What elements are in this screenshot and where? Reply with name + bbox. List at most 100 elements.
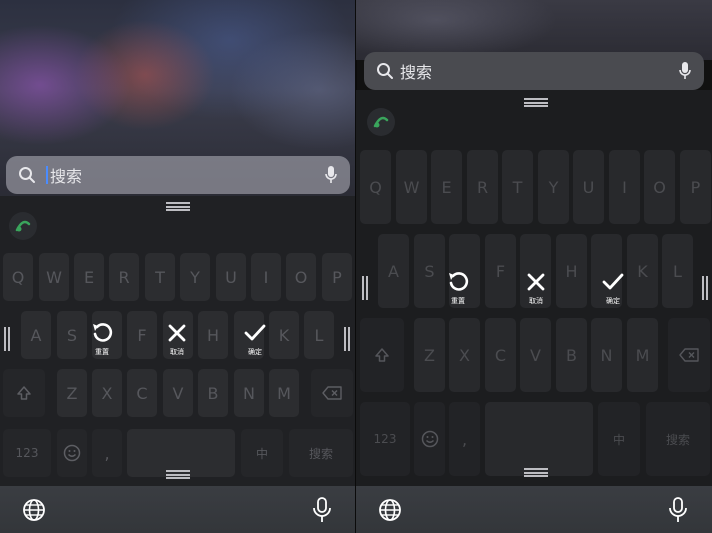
key-f[interactable]: F [485, 234, 516, 308]
key-r[interactable]: R [467, 150, 498, 224]
language-key-label: 中 [612, 432, 625, 447]
key-l[interactable]: L [662, 234, 693, 308]
search-key[interactable]: 搜索 [646, 402, 710, 476]
key-f[interactable]: F [127, 311, 157, 359]
key-x[interactable]: X [92, 369, 122, 417]
key-q[interactable]: Q [3, 253, 33, 301]
key-z[interactable]: Z [414, 318, 445, 392]
cancel-control[interactable]: 取消 [157, 321, 197, 365]
language-key[interactable]: 中 [598, 402, 640, 476]
resize-handle-left[interactable] [362, 276, 370, 300]
key-w[interactable]: W [396, 150, 427, 224]
key-t[interactable]: T [145, 253, 175, 301]
mic-icon[interactable] [311, 496, 333, 524]
key-b[interactable]: B [556, 318, 587, 392]
backspace-icon [679, 348, 699, 362]
numbers-key[interactable]: 123 [360, 402, 410, 476]
confirm-control[interactable]: 确定 [235, 321, 275, 365]
mic-icon[interactable] [324, 165, 338, 185]
emoji-key[interactable] [57, 429, 87, 477]
key-h[interactable]: H [198, 311, 228, 359]
key-q[interactable]: Q [360, 150, 391, 224]
key-a[interactable]: A [378, 234, 409, 308]
cancel-label: 取消 [529, 297, 543, 305]
key-z[interactable]: Z [57, 369, 87, 417]
search-key-label: 搜索 [308, 446, 333, 461]
backspace-key[interactable] [668, 318, 710, 392]
reset-label: 重置 [95, 348, 109, 356]
key-u[interactable]: U [573, 150, 604, 224]
comma-key[interactable]: , [92, 429, 122, 477]
key-c[interactable]: C [485, 318, 516, 392]
key-o[interactable]: O [286, 253, 316, 301]
numbers-key-label: 123 [15, 446, 39, 460]
key-y[interactable]: Y [538, 150, 569, 224]
space-key[interactable] [485, 402, 593, 476]
search-bar[interactable]: 搜索 [6, 156, 350, 194]
key-i[interactable]: I [609, 150, 640, 224]
key-b[interactable]: B [198, 369, 228, 417]
reset-icon [93, 323, 113, 342]
shift-key[interactable] [3, 369, 45, 417]
text-cursor [46, 166, 48, 184]
key-p[interactable]: P [680, 150, 711, 224]
key-a[interactable]: A [21, 311, 51, 359]
shift-icon [17, 386, 31, 400]
cancel-icon [168, 324, 186, 342]
drag-handle-bottom[interactable] [166, 470, 190, 479]
search-key[interactable]: 搜索 [289, 429, 353, 477]
key-v[interactable]: V [520, 318, 551, 392]
key-i[interactable]: I [251, 253, 281, 301]
backspace-icon [322, 386, 342, 400]
key-h[interactable]: H [556, 234, 587, 308]
key-n[interactable]: N [234, 369, 264, 417]
reset-control[interactable]: 重置 [82, 321, 122, 365]
wallpaper [356, 0, 712, 60]
key-n[interactable]: N [591, 318, 622, 392]
app-logo [9, 212, 37, 240]
language-key-label: 中 [255, 446, 268, 461]
reset-icon [449, 272, 469, 291]
key-r[interactable]: R [109, 253, 139, 301]
resize-handle-right[interactable] [344, 327, 352, 351]
key-c[interactable]: C [127, 369, 157, 417]
key-e[interactable]: E [431, 150, 462, 224]
key-u[interactable]: U [216, 253, 246, 301]
keyboard: Q W E R T Y U I O P A S D F G H J K L [356, 90, 712, 486]
numbers-key-label: 123 [373, 432, 397, 446]
key-l[interactable]: L [304, 311, 334, 359]
cancel-control[interactable]: 取消 [516, 270, 556, 314]
cancel-label: 取消 [170, 348, 184, 356]
comma-key[interactable]: , [449, 402, 480, 476]
emoji-key[interactable] [414, 402, 445, 476]
keyboard-panel-left: 搜索 Q W E R T Y U I O P A S D F G [0, 0, 356, 533]
drag-handle-bottom[interactable] [524, 468, 548, 477]
key-t[interactable]: T [502, 150, 533, 224]
key-o[interactable]: O [644, 150, 675, 224]
reset-control[interactable]: 重置 [438, 270, 478, 314]
drag-handle-top[interactable] [166, 202, 190, 211]
key-m[interactable]: M [269, 369, 299, 417]
key-x[interactable]: X [449, 318, 480, 392]
key-y[interactable]: Y [180, 253, 210, 301]
key-m[interactable]: M [627, 318, 658, 392]
search-bar[interactable]: 搜索 [364, 52, 704, 90]
confirm-control[interactable]: 确定 [593, 270, 633, 314]
shift-icon [375, 348, 389, 362]
mic-icon[interactable] [678, 61, 692, 81]
mic-icon[interactable] [667, 496, 689, 524]
key-w[interactable]: W [39, 253, 69, 301]
key-e[interactable]: E [74, 253, 104, 301]
backspace-key[interactable] [311, 369, 353, 417]
key-v[interactable]: V [163, 369, 193, 417]
resize-handle-left[interactable] [4, 327, 12, 351]
emoji-icon [63, 444, 81, 462]
key-p[interactable]: P [322, 253, 352, 301]
drag-handle-top[interactable] [524, 98, 548, 107]
numbers-key[interactable]: 123 [3, 429, 51, 477]
resize-handle-right[interactable] [702, 276, 710, 300]
language-key[interactable]: 中 [241, 429, 283, 477]
globe-icon[interactable] [22, 498, 46, 522]
shift-key[interactable] [360, 318, 404, 392]
globe-icon[interactable] [378, 498, 402, 522]
